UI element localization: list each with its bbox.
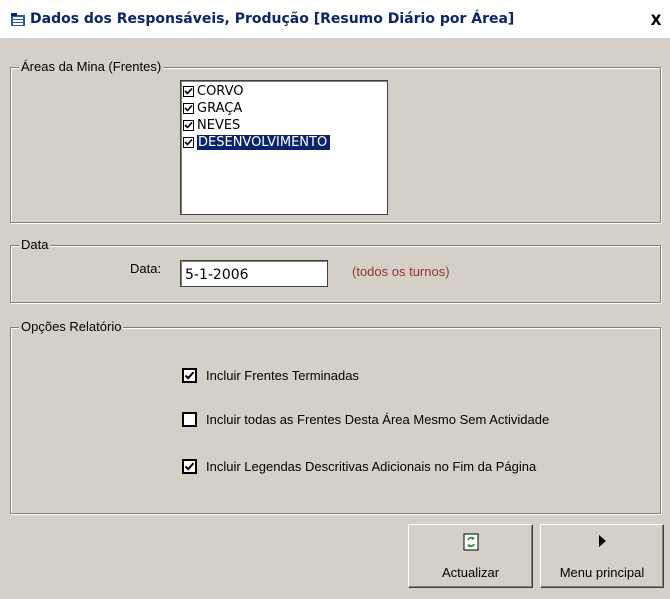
option-label: Incluir Frentes Terminadas [206,368,359,383]
option-all-fronts[interactable]: Incluir todas as Frentes Desta Área Mesm… [182,412,549,427]
list-item-label: GRAÇA [197,101,243,116]
list-item-desenvolvimento[interactable]: DESENVOLVIMENTO [183,134,331,151]
checkbox-checked-icon[interactable] [183,120,194,131]
checkbox-unchecked-icon[interactable] [182,412,197,427]
list-item-label: CORVO [197,84,244,99]
areas-group-legend: Áreas da Mina (Frentes) [19,59,164,74]
refresh-icon [409,533,532,551]
checkbox-checked-icon[interactable] [183,86,194,97]
list-item-label: NEVES [197,118,241,133]
checkbox-checked-icon[interactable] [183,137,194,148]
title-bar: Dados dos Responsáveis, Produção [Resumo… [0,0,670,38]
close-icon: X [650,13,662,29]
checkbox-checked-icon[interactable] [182,368,197,383]
report-options-legend: Opções Relatório [19,319,124,334]
main-menu-button[interactable]: Menu principal [540,524,664,588]
report-dialog-window: Dados dos Responsáveis, Produção [Resumo… [0,0,670,599]
date-group-legend: Data [19,237,51,252]
list-item-graca[interactable]: GRAÇA [183,100,242,117]
update-button[interactable]: Actualizar [408,524,533,588]
window-title: Dados dos Responsáveis, Produção [Resumo… [30,11,515,27]
checkbox-checked-icon[interactable] [182,459,197,474]
play-arrow-icon [541,533,663,551]
option-label: Incluir todas as Frentes Desta Área Mesm… [206,412,550,427]
option-finished-fronts[interactable]: Incluir Frentes Terminadas [182,368,359,383]
option-label: Incluir Legendas Descritivas Adicionais … [206,459,537,474]
main-menu-button-label: Menu principal [559,565,645,580]
list-item-label-selected: DESENVOLVIMENTO [197,135,331,150]
database-icon [10,13,26,27]
date-hint: (todos os turnos) [352,264,450,279]
list-item-corvo[interactable]: CORVO [183,83,244,100]
date-group: Data [10,237,661,303]
update-button-label: Actualizar [441,565,500,580]
date-label: Data: [130,261,162,276]
areas-listbox[interactable]: CORVO GRAÇA NEVES DESENVOLVIMENTO [180,80,388,215]
close-button[interactable]: X [647,13,665,29]
date-input[interactable]: 5-1-2006 [180,260,328,287]
option-legends[interactable]: Incluir Legendas Descritivas Adicionais … [182,459,536,474]
checkbox-checked-icon[interactable] [183,103,194,114]
list-item-neves[interactable]: NEVES [183,117,240,134]
